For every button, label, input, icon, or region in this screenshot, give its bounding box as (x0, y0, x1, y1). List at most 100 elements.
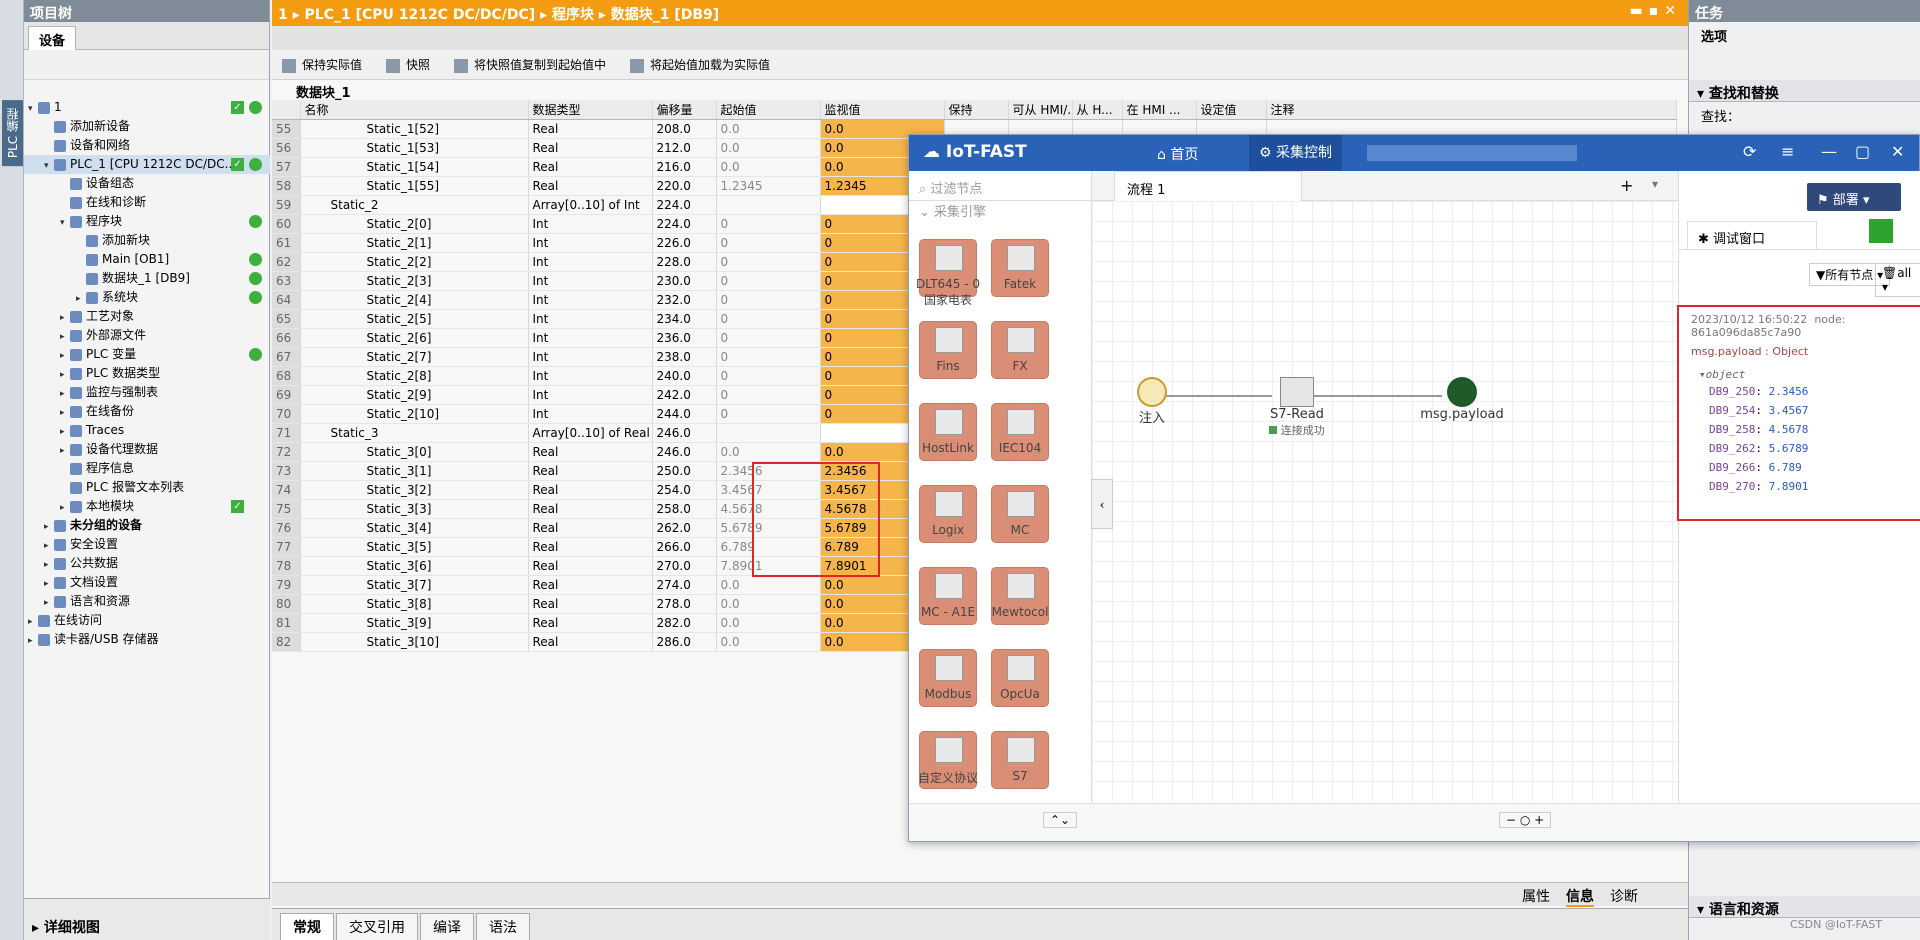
tree-item-label: 公共数据 (70, 556, 119, 570)
tree-item[interactable]: ▾ 程序块 (24, 212, 270, 231)
bottom-tab[interactable]: 语法 (476, 913, 530, 940)
table-cell: Static_2[1] (300, 233, 529, 253)
inspector-tab[interactable]: 属性 (1522, 889, 1550, 905)
window-controls[interactable]: ▬▪✕ (1630, 3, 1682, 19)
tree-node-icon (70, 424, 82, 437)
flow-canvas[interactable]: 注入 S7-Read 连接成功 msg.payload (1092, 201, 1678, 801)
tree-item[interactable]: 设备和网络 (24, 136, 270, 155)
nav-collect[interactable]: ⚙ 采集控制 (1249, 135, 1343, 171)
inspector-tab[interactable]: 信息 (1566, 889, 1594, 907)
find-replace-section[interactable]: ▾ 查找和替换 (1689, 80, 1920, 102)
bottom-tab[interactable]: 常规 (280, 913, 334, 940)
column-header[interactable]: 偏移量 (652, 100, 717, 120)
column-header[interactable]: 注释 (1266, 100, 1677, 120)
tree-item[interactable]: ▸ 语言和资源 (24, 592, 270, 611)
tree-item[interactable]: 设备组态 (24, 174, 270, 193)
column-header[interactable]: 名称 (300, 100, 529, 120)
scroll-nav-icons[interactable]: ⌃⌄ (1043, 812, 1078, 828)
tree-item[interactable]: PLC 报警文本列表 (24, 478, 270, 497)
tree-item[interactable]: ▸ 文档设置 (24, 573, 270, 592)
menu-icon[interactable]: ≡ (1781, 142, 1794, 161)
collapse-palette-button[interactable]: ‹ (1091, 479, 1113, 529)
debug-toggle-icon[interactable] (1869, 219, 1893, 243)
table-cell: 246.0 (652, 442, 717, 462)
filter-nodes-input[interactable]: ⌕ 过滤节点 (909, 171, 1091, 201)
toolbar-button[interactable]: 将起始值加载为实际值 (630, 58, 782, 73)
tree-node-icon (70, 367, 82, 380)
add-flow-icon[interactable]: + (1620, 176, 1633, 195)
editor-gap (272, 26, 1688, 50)
tab-flow-1[interactable]: 流程 1 (1114, 171, 1302, 201)
column-header[interactable] (272, 100, 301, 120)
tree-item[interactable]: ▾ 1 ✓ (24, 98, 270, 117)
toolbar-button[interactable]: 保持实际值 (282, 58, 374, 73)
column-header[interactable]: 监视值 (820, 100, 945, 120)
column-header[interactable]: 可从 HMI/... (1008, 100, 1073, 120)
tree-item[interactable]: ▸ 设备代理数据 (24, 440, 270, 459)
palette-node-label: FX (1012, 359, 1028, 373)
column-header[interactable]: 保持 (944, 100, 1009, 120)
inject-node[interactable]: 注入 (1112, 377, 1192, 426)
tree-item[interactable]: ▸ 监控与强制表 (24, 383, 270, 402)
details-view[interactable]: ▸ 详细视图 (24, 898, 270, 940)
tree-item[interactable]: ▸ PLC 数据类型 (24, 364, 270, 383)
tab-devices[interactable]: 设备 (28, 26, 77, 50)
column-header[interactable]: 从 H... (1072, 100, 1123, 120)
tree-item[interactable]: 在线和诊断 (24, 193, 270, 212)
tree-item[interactable]: ▸ 安全设置 (24, 535, 270, 554)
table-cell: 234.0 (652, 309, 717, 329)
tree-item[interactable]: ▸ 系统块 (24, 288, 270, 307)
palette-category[interactable]: ⌄ 采集引擎 (909, 201, 1091, 221)
msg-object-toggle[interactable]: ▾object (1699, 368, 1920, 381)
plc-programming-tab[interactable]: PLC 编程 (2, 100, 23, 167)
table-cell: 64 (272, 290, 301, 310)
column-header[interactable]: 起始值 (716, 100, 821, 120)
tree-item-label: Main [OB1] (102, 252, 170, 266)
tree-item[interactable]: ▸ PLC 变量 (24, 345, 270, 364)
table-cell: Static_2 (300, 195, 529, 215)
tree-toggle-icon[interactable]: ▸ (28, 632, 38, 651)
table-cell: 77 (272, 537, 301, 557)
tree-item[interactable]: 数据块_1 [DB9] (24, 269, 270, 288)
zoom-controls[interactable]: − ○ + (1499, 812, 1552, 828)
protocol-icon (1007, 409, 1035, 435)
tree-item[interactable]: 添加新设备 (24, 117, 270, 136)
tree-item[interactable]: Main [OB1] (24, 250, 270, 269)
refresh-icon[interactable]: ⟳ (1743, 142, 1756, 161)
status-ok-icon (249, 272, 262, 285)
column-header[interactable]: 在 HMI ... (1122, 100, 1197, 120)
debug-node[interactable]: msg.payload (1412, 377, 1512, 422)
msg-property: DB9_266: 6.789 (1709, 461, 1802, 474)
toolbar-button[interactable]: 快照 (386, 58, 442, 73)
tree-item[interactable]: ▸ 公共数据 (24, 554, 270, 573)
table-cell: 242.0 (652, 385, 717, 405)
tree-item[interactable]: ▸ 未分组的设备 (24, 516, 270, 535)
tree-item[interactable]: ▸ 读卡器/USB 存储器 (24, 630, 270, 649)
tree-item[interactable]: 程序信息 (24, 459, 270, 478)
column-header[interactable]: 设定值 (1196, 100, 1267, 120)
tree-item[interactable]: ▸ 工艺对象 (24, 307, 270, 326)
tree-item[interactable]: ▸ 外部源文件 (24, 326, 270, 345)
tree-item[interactable]: ▾ PLC_1 [CPU 1212C DC/DC... ✓ (24, 155, 270, 174)
clear-filter-select[interactable]: 🗑all ▾ (1875, 263, 1920, 297)
nav-home[interactable]: ⌂ 首页 (1157, 144, 1198, 164)
tab-debug[interactable]: ✱ 调试窗口 (1687, 221, 1817, 249)
tree-item[interactable]: ▸ 在线访问 (24, 611, 270, 630)
language-section[interactable]: ▾ 语言和资源 (1689, 896, 1920, 918)
tree-item[interactable]: ▸ Traces (24, 421, 270, 440)
tree-item[interactable]: 添加新块 (24, 231, 270, 250)
toolbar-button[interactable]: 将快照值复制到起始值中 (454, 58, 618, 73)
deploy-button[interactable]: ⚑ 部署 ▾ (1807, 183, 1901, 211)
inspector-tab[interactable]: 诊断 (1610, 889, 1638, 905)
column-header[interactable]: 数据类型 (528, 100, 653, 120)
table-cell: 58 (272, 176, 301, 196)
bottom-tab[interactable]: 编译 (420, 913, 474, 940)
maximize-icon[interactable]: ▢ (1855, 142, 1870, 161)
s7-read-node[interactable]: S7-Read 连接成功 (1247, 377, 1347, 438)
minimize-icon[interactable]: — (1821, 142, 1837, 161)
flow-menu-icon[interactable]: ▾ (1652, 177, 1658, 191)
bottom-tab[interactable]: 交叉引用 (336, 913, 418, 940)
tree-item[interactable]: ▸ 在线备份 (24, 402, 270, 421)
tree-item[interactable]: ▸ 本地模块 ✓ (24, 497, 270, 516)
close-icon[interactable]: ✕ (1891, 142, 1904, 161)
